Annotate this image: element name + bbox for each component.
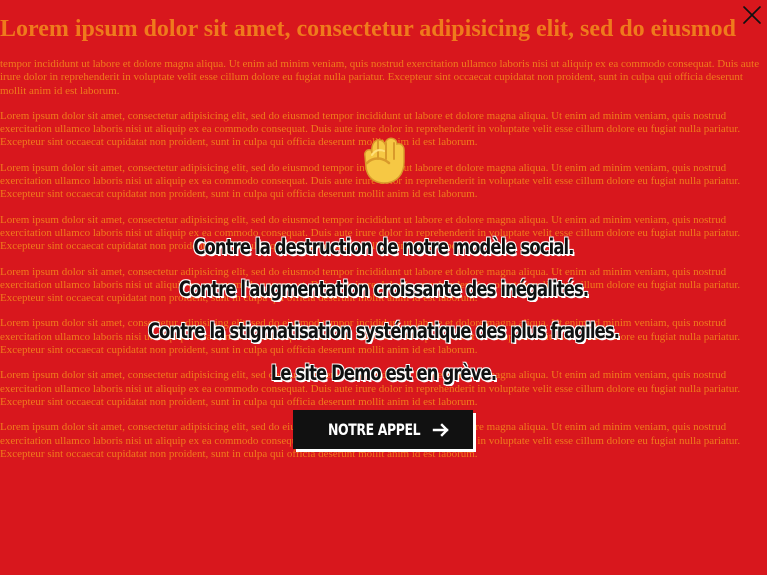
message-line-1: Contre la destruction de notre modèle so… bbox=[193, 235, 574, 259]
raised-fist-icon bbox=[364, 137, 405, 184]
close-button[interactable] bbox=[741, 4, 763, 26]
message-line-3: Contre la stigmatisation systématique de… bbox=[147, 319, 620, 343]
message-line-2: Contre l'augmentation croissante des iné… bbox=[178, 277, 589, 301]
message-line-4: Le site Demo est en grève. bbox=[270, 361, 497, 385]
arrow-right-icon bbox=[432, 422, 449, 437]
notre-appel-button[interactable]: NOTRE APPEL bbox=[293, 410, 473, 449]
close-icon bbox=[743, 6, 761, 24]
notre-appel-label: NOTRE APPEL bbox=[328, 420, 421, 439]
strike-overlay: Contre la destruction de notre modèle so… bbox=[0, 0, 767, 575]
